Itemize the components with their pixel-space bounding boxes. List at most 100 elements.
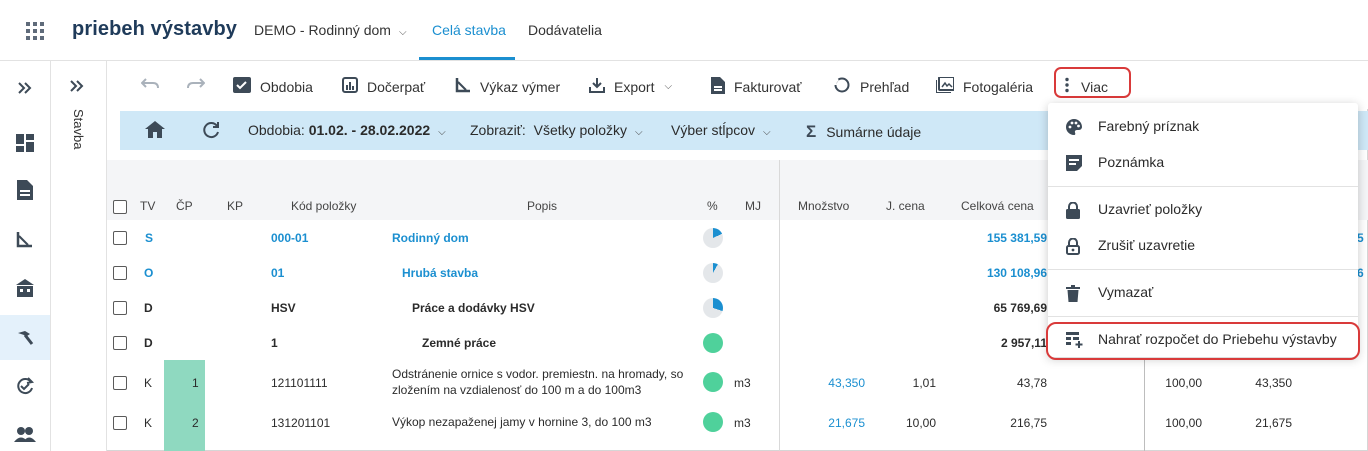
document-icon[interactable] xyxy=(0,167,50,212)
header-tv[interactable]: TV xyxy=(140,199,155,213)
obdobia-label: Obdobia xyxy=(260,78,313,95)
fakturovat-button[interactable]: Fakturovať xyxy=(711,77,802,97)
cell-mnozstvo-done: 21,675 xyxy=(1255,416,1292,430)
menu-item-vymazat[interactable]: Vymazať xyxy=(1048,275,1358,311)
cell-extra: 5 xyxy=(1357,231,1364,245)
dashboard-icon[interactable] xyxy=(0,120,50,165)
prehlad-button[interactable]: Prehľad xyxy=(833,77,909,96)
cell-kod: 1 xyxy=(271,336,278,350)
header-kp[interactable]: KP xyxy=(227,199,243,213)
header-jcena[interactable]: J. cena xyxy=(886,199,925,213)
row-checkbox[interactable] xyxy=(113,231,127,245)
menu-item-zrusit-uzavretie[interactable]: Zrušiť uzavretie xyxy=(1048,228,1358,264)
invoice-icon xyxy=(711,77,725,97)
viac-highlight xyxy=(1054,67,1131,98)
project-selector[interactable]: DEMO - Rodinný dom ⌵ xyxy=(254,22,407,38)
cell-jcena: 10,00 xyxy=(905,416,936,430)
header-mnozstvo[interactable]: Množstvo xyxy=(798,199,849,213)
fotogaleria-button[interactable]: Fotogaléria xyxy=(935,76,1033,96)
cell-percent-done: 100,00 xyxy=(1165,416,1202,430)
obdobia-filter-label: Obdobia: xyxy=(248,122,305,138)
row-checkbox[interactable] xyxy=(113,336,127,350)
home-icon[interactable] xyxy=(145,121,165,141)
progress-pie xyxy=(703,228,723,248)
viac-dropdown-menu: Farebný príznak Poznámka Uzavrieť položk… xyxy=(1048,103,1358,357)
trash-icon xyxy=(1066,285,1082,302)
header-celkova-cena[interactable]: Celková cena xyxy=(961,199,1034,213)
column-divider xyxy=(779,160,780,451)
cell-cp: 2 xyxy=(192,416,199,430)
menu-separator xyxy=(1048,186,1358,187)
vykaz-label: Výkaz výmer xyxy=(480,78,561,95)
progress-pie xyxy=(703,372,723,392)
obdobia-button[interactable]: Obdobia xyxy=(233,77,313,96)
stavba-label[interactable]: Stavba xyxy=(71,109,86,149)
menu-item-label: Zrušiť uzavretie xyxy=(1098,237,1196,253)
row-checkbox[interactable] xyxy=(113,301,127,315)
menu-item-label: Vymazať xyxy=(1098,284,1154,300)
sumarne-udaje-button[interactable]: Σ Sumárne údaje xyxy=(806,122,921,142)
header-mj[interactable]: MJ xyxy=(745,199,761,213)
export-button[interactable]: Export ⌵ xyxy=(589,77,672,96)
row-checkbox[interactable] xyxy=(113,416,127,430)
cell-celkova: 65 769,69 xyxy=(993,301,1047,315)
measure-icon[interactable] xyxy=(0,216,50,261)
menu-item-poznamka[interactable]: Poznámka xyxy=(1048,145,1358,181)
sigma-icon: Σ xyxy=(806,122,817,141)
select-all-checkbox[interactable] xyxy=(113,200,127,214)
sync-icon[interactable] xyxy=(0,363,50,408)
expand-sidebar-icon[interactable] xyxy=(0,65,50,110)
cell-popis: Odstránenie ornice s vodor. premiestn. n… xyxy=(392,367,684,397)
header-cp[interactable]: ČP xyxy=(176,199,193,213)
nahrat-rozpocet-highlight xyxy=(1046,322,1360,360)
header-percent[interactable]: % xyxy=(707,199,718,213)
zobrazit-filter[interactable]: Zobraziť: Všetky položky ⌵ xyxy=(470,122,643,138)
apps-grid-icon[interactable] xyxy=(26,22,44,40)
cell-popis: Výkop nezapaženej jamy v hornine 3, do 1… xyxy=(392,415,652,429)
cell-popis: Hrubá stavba xyxy=(402,266,479,280)
app-brand: priebeh výstavby xyxy=(72,18,238,40)
cell-kod: HSV xyxy=(271,301,296,315)
refresh-icon[interactable] xyxy=(202,121,220,142)
vyber-label: Výber stĺpcov xyxy=(671,122,756,138)
vyber-stlpcov-button[interactable]: Výber stĺpcov ⌵ xyxy=(671,122,771,138)
row-checkbox[interactable] xyxy=(113,376,127,390)
cell-kod: 01 xyxy=(271,266,285,280)
progress-circle-icon xyxy=(833,77,851,96)
hammer-icon[interactable] xyxy=(0,315,50,360)
cell-popis: Rodinný dom xyxy=(392,231,469,245)
lock-icon xyxy=(1066,201,1082,219)
cell-extra: 6 xyxy=(1357,266,1364,280)
vykaz-vymer-button[interactable]: Výkaz výmer xyxy=(455,77,560,96)
cell-celkova: 2 957,11 xyxy=(1000,336,1047,350)
cell-mnozstvo[interactable]: 21,675 xyxy=(795,416,865,430)
active-tab-indicator xyxy=(419,57,515,60)
redo-icon xyxy=(187,78,205,89)
undo-button[interactable] xyxy=(141,77,159,89)
tab-cela-stavba[interactable]: Celá stavba xyxy=(432,22,506,38)
users-icon[interactable] xyxy=(0,411,50,451)
docerpat-button[interactable]: Dočerpať xyxy=(342,77,425,96)
menu-item-uzavriet-polozky[interactable]: Uzavrieť položky xyxy=(1048,192,1358,228)
cell-jcena: 1,01 xyxy=(912,376,936,390)
header-kod[interactable]: Kód položky xyxy=(291,199,356,213)
chevron-down-icon: ⌵ xyxy=(664,81,673,92)
obdobia-filter[interactable]: Obdobia: 01.02. - 28.02.2022 ⌵ xyxy=(248,122,446,138)
menu-item-label: Farebný príznak xyxy=(1098,118,1200,134)
header-popis[interactable]: Popis xyxy=(527,199,557,213)
cell-mnozstvo[interactable]: 43,350 xyxy=(795,376,865,390)
cell-mnozstvo-done: 43,350 xyxy=(1255,376,1292,390)
cell-kod: 000-01 xyxy=(271,231,309,245)
menu-item-farebny-priznak[interactable]: Farebný príznak xyxy=(1048,109,1358,145)
unlock-icon xyxy=(1066,237,1082,255)
menu-item-label: Uzavrieť položky xyxy=(1098,201,1203,217)
chevron-down-icon: ⌵ xyxy=(438,127,446,138)
cell-tv: D xyxy=(144,336,153,350)
building-icon[interactable] xyxy=(0,265,50,310)
tab-dodavatelia[interactable]: Dodávatelia xyxy=(528,22,602,38)
redo-button[interactable] xyxy=(187,77,205,89)
measure-icon xyxy=(455,77,471,96)
row-checkbox[interactable] xyxy=(113,266,127,280)
expand-stavba-icon[interactable] xyxy=(69,79,85,98)
left-sidebar xyxy=(0,61,51,451)
